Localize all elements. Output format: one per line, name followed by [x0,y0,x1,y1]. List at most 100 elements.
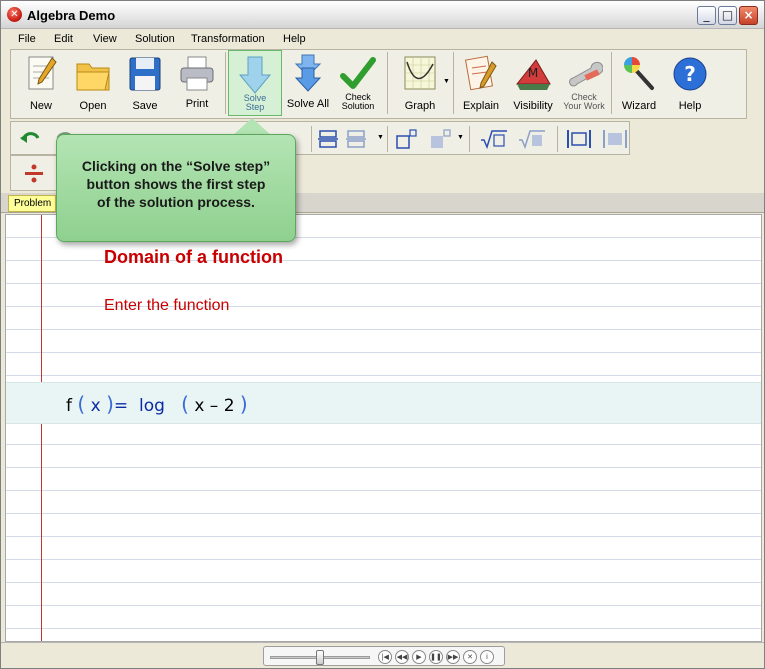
tutorial-callout: Clicking on the “Solve step” button show… [56,134,296,242]
help-icon: ? [673,57,707,91]
toolbar-separator [557,126,558,152]
close-button[interactable]: × [739,6,758,25]
pause-icon[interactable]: ❚❚ [429,650,443,664]
check-your-work-button[interactable]: Check Your Work [559,50,609,116]
root-filled-icon[interactable] [517,128,547,150]
app-logo-icon: ✕ [7,7,22,22]
toolbar-separator [469,126,470,152]
check-solution-button[interactable]: Check Solution [332,50,384,116]
formula-function-name: f [66,396,72,416]
nth-root-icon[interactable] [479,128,509,150]
tab-problem[interactable]: Problem [8,195,56,212]
visibility-book-icon: M [515,59,551,90]
callout-line: button shows the first step [86,176,266,192]
window-title: Algebra Demo [27,8,116,23]
wrench-icon [569,61,603,87]
maximize-button[interactable]: □ [718,6,737,25]
formula-expression[interactable]: f ( x )= log ( x – 2 ) [66,392,248,416]
playback-controls: |◀ ◀◀ ▶ ❚❚ ▶▶ ✕ i [263,646,505,666]
stop-icon[interactable]: ✕ [463,650,477,664]
info-icon[interactable]: i [480,650,494,664]
dropdown-arrow-icon[interactable]: ▼ [377,134,384,141]
dropdown-arrow-icon[interactable]: ▼ [457,134,464,141]
formula-row[interactable]: f ( x )= log ( x – 2 ) [6,382,761,424]
svg-text:M: M [528,66,538,80]
title-bar: ✕ Algebra Demo _ □ × [1,1,764,29]
visibility-button[interactable]: M Visibility [507,50,559,116]
absolute-value-icon[interactable] [565,128,593,150]
notebook-area[interactable]: Domain of a function Enter the function … [5,214,762,642]
superscript-box-icon[interactable] [395,128,417,150]
formula-paren: ( [77,392,86,416]
open-label: Open [79,100,107,112]
wizard-label: Wizard [621,100,657,112]
magic-wand-icon [624,57,654,90]
minimize-button[interactable]: _ [697,6,716,25]
menu-solution[interactable]: Solution [135,33,175,45]
check-solution-label-line2: Solution [341,101,375,111]
visibility-label: Visibility [513,100,553,112]
menu-bar: File Edit View Solution Transformation H… [1,29,764,49]
new-button[interactable]: New [15,50,67,116]
open-button[interactable]: Open [67,50,119,116]
checkmark-icon [340,57,376,89]
rewind-icon[interactable]: ◀◀ [395,650,409,664]
check-your-work-label-line2: Your Work [563,101,605,111]
formula-equals: = [113,396,129,416]
toolbar-separator [387,126,388,152]
toolbar-separator [453,52,454,114]
playback-slider-thumb[interactable] [316,650,324,665]
align-center-icon[interactable] [317,128,339,150]
fast-forward-icon[interactable]: ▶▶ [446,650,460,664]
skip-to-start-icon[interactable]: |◀ [378,650,392,664]
app-window: ✕ Algebra Demo _ □ × File Edit View Solu… [0,0,765,669]
floppy-disk-icon [129,57,161,91]
status-bar: |◀ ◀◀ ▶ ❚❚ ▶▶ ✕ i [1,642,764,668]
print-label: Print [185,98,209,110]
formula-argument: x – 2 [194,396,235,416]
solve-step-label-line2: Step [245,102,265,112]
formula-paren: ) [106,392,114,416]
solve-step-button[interactable]: Solve Step [228,50,282,116]
explain-button[interactable]: Explain [457,50,505,116]
toolbar-separator [387,52,388,114]
graph-icon [404,56,436,90]
explain-notes-icon [464,55,497,91]
superscript-filled-icon[interactable] [429,128,451,150]
wizard-button[interactable]: Wizard [615,50,663,116]
menu-file[interactable]: File [18,33,36,45]
double-down-arrow-icon [294,54,322,92]
callout-line: of the solution process. [97,194,255,210]
callout-line: Clicking on the “Solve step” [81,158,271,174]
help-button[interactable]: ? Help [665,50,715,116]
menu-help[interactable]: Help [283,33,306,45]
save-button[interactable]: Save [119,50,171,116]
align-dropdown-icon[interactable] [345,128,367,150]
toolbar-separator [311,126,312,152]
menu-view[interactable]: View [93,33,117,45]
solve-all-button[interactable]: Solve All [284,50,332,116]
graph-label: Graph [404,100,436,112]
print-button[interactable]: Print [171,50,223,116]
graph-button[interactable]: ▼ Graph [391,50,450,116]
menu-transformation[interactable]: Transformation [191,33,265,45]
divide-icon[interactable] [23,162,45,184]
graph-dropdown-icon[interactable]: ▼ [443,78,450,85]
undo-icon[interactable] [19,128,41,150]
toolbar-separator [611,52,612,114]
explain-label: Explain [462,100,500,112]
toolbar-separator [225,52,226,114]
menu-edit[interactable]: Edit [54,33,73,45]
formula-paren: ) [239,392,248,416]
document-heading: Domain of a function [104,247,283,267]
play-icon[interactable]: ▶ [412,650,426,664]
main-toolbar: New Open Save Print Solve Step Solve All… [10,49,747,119]
save-label: Save [132,100,158,112]
down-arrow-icon [238,56,272,94]
formula-paren: ( [181,392,189,416]
document-instruction: Enter the function [104,297,230,314]
absolute-value-filled-icon[interactable] [601,128,629,150]
formula-log: log [138,396,165,416]
formula-variable: x [90,396,101,416]
folder-icon [76,63,110,91]
